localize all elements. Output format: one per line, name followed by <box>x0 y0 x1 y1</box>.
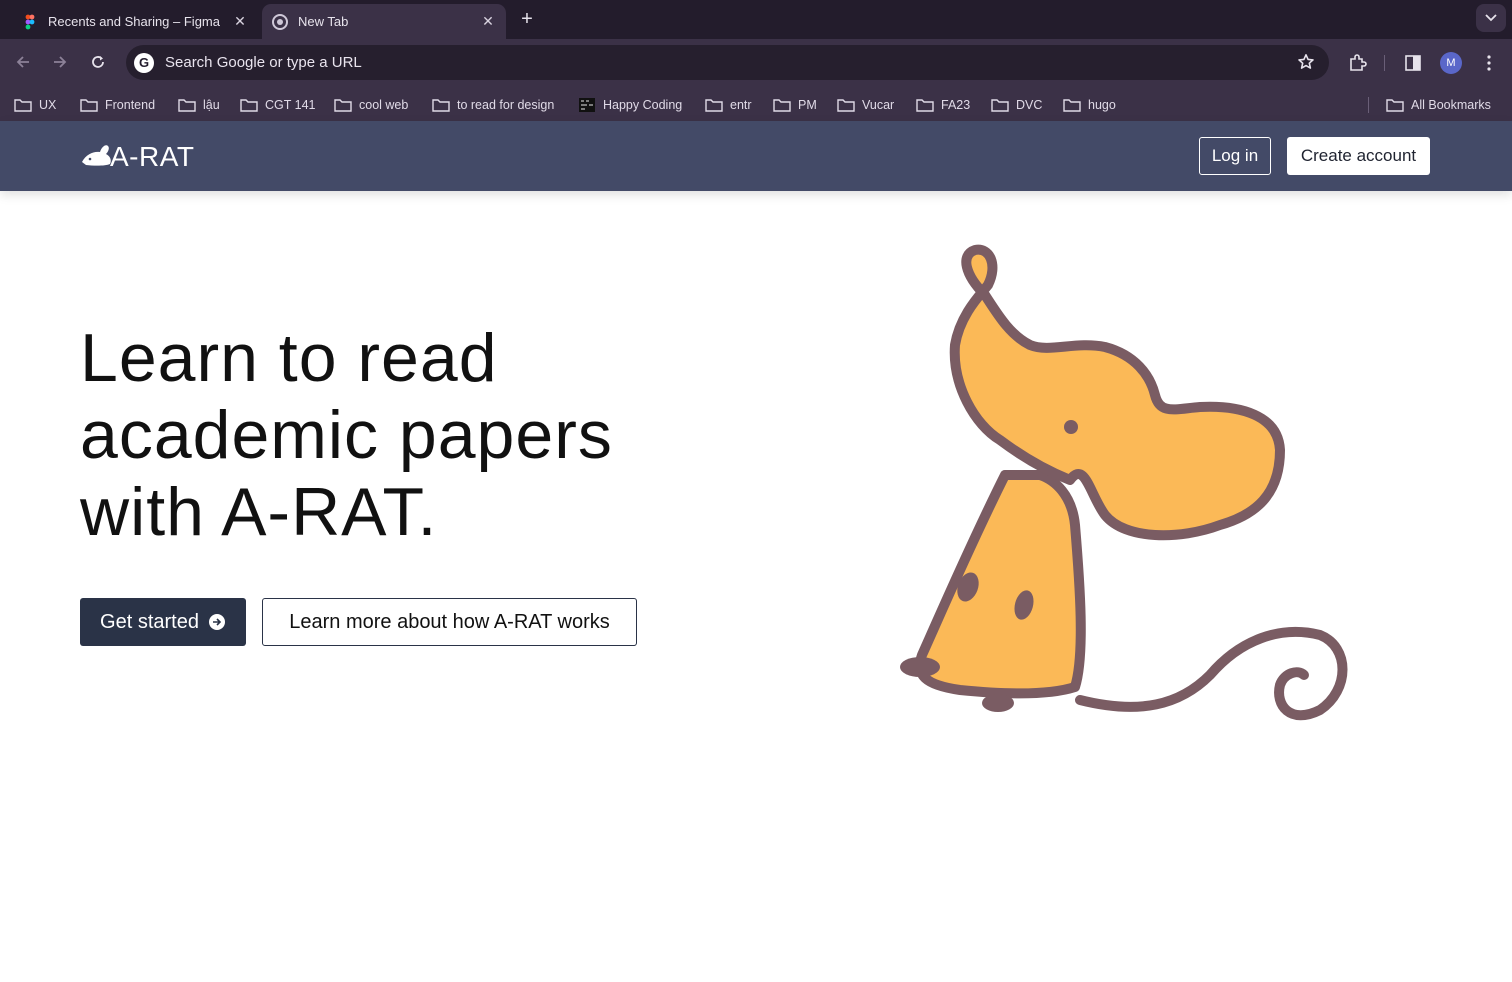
new-tab-plus-icon[interactable]: + <box>515 8 539 30</box>
bookmark-folder[interactable]: DVC <box>991 95 1042 115</box>
bookmark-folder[interactable]: to read for design <box>432 95 554 115</box>
login-button[interactable]: Log in <box>1199 137 1271 175</box>
bookmarks-divider <box>1368 97 1369 113</box>
hero-title-line: academic papers <box>80 397 613 473</box>
figma-icon <box>22 14 38 30</box>
folder-icon <box>991 98 1009 112</box>
folder-icon <box>705 98 723 112</box>
folder-icon <box>1063 98 1081 112</box>
hero-title-line: Learn to read <box>80 320 498 396</box>
close-icon[interactable]: ✕ <box>230 12 250 32</box>
folder-icon <box>334 98 352 112</box>
folder-icon <box>178 98 196 112</box>
google-icon: G <box>134 52 154 73</box>
tab-new-tab[interactable]: New Tab ✕ <box>262 4 506 39</box>
tab-title: New Tab <box>298 14 349 29</box>
folder-icon <box>432 98 450 112</box>
bookmark-folder[interactable]: lậu <box>178 95 220 115</box>
tab-title: Recents and Sharing – Figma <box>48 14 220 29</box>
bookmark-folder[interactable]: hugo <box>1063 95 1116 115</box>
create-account-button[interactable]: Create account <box>1287 137 1430 175</box>
folder-icon <box>916 98 934 112</box>
bookmark-label: Frontend <box>105 98 156 112</box>
bookmark-star-icon[interactable] <box>1297 53 1315 76</box>
bookmark-label: DVC <box>1016 98 1043 112</box>
bookmark-label: FA23 <box>941 98 971 112</box>
bookmark-label: Vucar <box>862 98 895 112</box>
folder-icon <box>240 98 258 112</box>
bookmark-label: CGT 141 <box>265 98 316 112</box>
browser-toolbar: G Search Google or type a URL M <box>0 39 1512 86</box>
all-bookmarks-button[interactable]: All Bookmarks <box>1386 95 1491 115</box>
tab-strip: Recents and Sharing – Figma ✕ New Tab ✕ … <box>0 0 1512 39</box>
bookmarks-bar: UX Frontend lậu CGT 141 cool web to read… <box>0 86 1512 121</box>
address-bar-placeholder: Search Google or type a URL <box>165 54 362 71</box>
close-icon[interactable]: ✕ <box>478 12 498 32</box>
bookmark-folder[interactable]: FA23 <box>916 95 970 115</box>
tab-figma[interactable]: Recents and Sharing – Figma ✕ <box>12 4 258 39</box>
bookmark-label: lậu <box>203 98 220 112</box>
extensions-puzzle-icon[interactable] <box>1345 51 1369 75</box>
profile-avatar[interactable]: M <box>1440 52 1462 74</box>
bookmark-label: hugo <box>1088 98 1116 112</box>
bookmark-folder[interactable]: cool web <box>334 95 408 115</box>
bookmark-label: entr <box>730 98 752 112</box>
bookmark-folder[interactable]: entr <box>705 95 752 115</box>
arrow-right-circle-icon <box>208 614 225 630</box>
forward-arrow-icon[interactable] <box>47 49 73 75</box>
bookmark-label: Happy Coding <box>603 98 683 112</box>
address-bar[interactable]: G Search Google or type a URL <box>126 45 1329 80</box>
site-header: A-RAT Log in Create account <box>0 121 1512 191</box>
happy-coding-favicon-icon <box>578 98 596 112</box>
bookmark-label: cool web <box>359 98 409 112</box>
get-started-label: Get started <box>100 610 199 633</box>
bookmark-label: All Bookmarks <box>1411 98 1491 112</box>
chrome-icon <box>272 13 288 30</box>
bookmark-folder[interactable]: Vucar <box>837 95 894 115</box>
reload-icon[interactable] <box>85 49 111 75</box>
hero-title-line: with A-RAT. <box>80 474 438 550</box>
folder-icon <box>773 98 791 112</box>
back-arrow-icon[interactable] <box>10 49 36 75</box>
side-panel-icon[interactable] <box>1401 51 1425 75</box>
toolbar-divider <box>1384 55 1385 71</box>
rat-mascot-illustration <box>900 244 1348 721</box>
bookmark-folder[interactable]: CGT 141 <box>240 95 316 115</box>
bookmark-folder[interactable]: Frontend <box>80 95 155 115</box>
more-vertical-icon[interactable] <box>1477 51 1501 75</box>
folder-icon <box>80 98 98 112</box>
bookmark-folder[interactable]: UX <box>14 95 56 115</box>
bookmark-label: to read for design <box>457 98 555 112</box>
tab-search-chevron-icon[interactable] <box>1476 4 1506 32</box>
bookmark-link[interactable]: Happy Coding <box>578 95 682 115</box>
bookmark-folder[interactable]: PM <box>773 95 817 115</box>
hero-title: Learn to read academic papers with A-RAT… <box>80 320 720 551</box>
bookmark-label: PM <box>798 98 817 112</box>
get-started-button[interactable]: Get started <box>80 598 246 646</box>
learn-more-button[interactable]: Learn more about how A-RAT works <box>262 598 637 646</box>
folder-icon <box>837 98 855 112</box>
bookmark-label: UX <box>39 98 57 112</box>
folder-icon <box>14 98 32 112</box>
site-logo[interactable]: A-RAT <box>80 139 194 175</box>
folder-icon <box>1386 98 1404 112</box>
logo-text: A-RAT <box>110 141 195 172</box>
